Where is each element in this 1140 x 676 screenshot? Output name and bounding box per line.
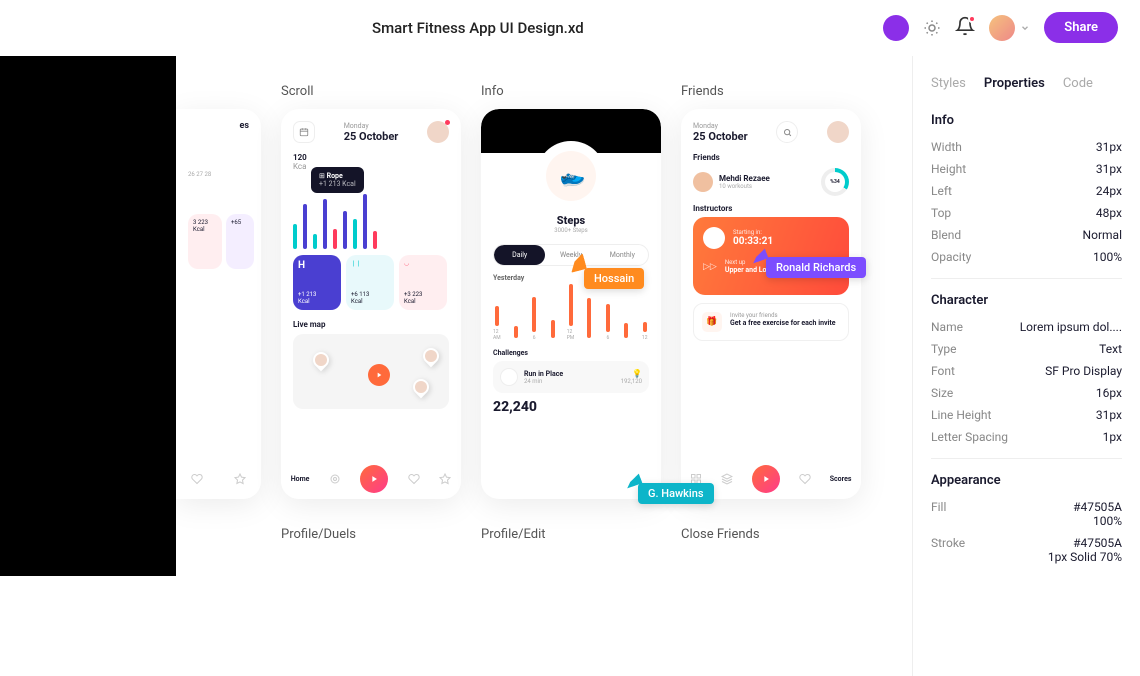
section-app-title: Appearance (931, 473, 1122, 488)
document-title: Smart Fitness App UI Design.xd (372, 19, 584, 37)
heart-icon[interactable] (799, 473, 811, 485)
instructor-card[interactable]: Starting in: 00:33:21 ▷▷ Next up U (693, 217, 849, 295)
star-icon[interactable] (234, 473, 246, 485)
panel-tabs: Styles Properties Code (931, 76, 1122, 91)
artboard-info[interactable]: 👟 Steps 3000+ Steps Daily Weekly Monthly… (481, 109, 661, 499)
dates-fragment: 26 27 28 (188, 171, 249, 178)
tab-styles[interactable]: Styles (931, 76, 966, 91)
shoe-icon: 👟 (555, 160, 587, 191)
cursor-hawkins: G. Hawkins (638, 483, 714, 504)
user-menu[interactable] (989, 15, 1030, 41)
weekday: Monday (344, 122, 399, 130)
artboard-label (176, 84, 261, 99)
gift-icon: 🎁 (702, 312, 722, 332)
heart-icon[interactable] (191, 473, 203, 485)
challenge-icon (500, 368, 518, 386)
prop-row: Stroke #47505A1px Solid 70% (931, 536, 1122, 564)
share-button[interactable]: Share (1044, 12, 1118, 43)
top-bar: Smart Fitness App UI Design.xd Share (0, 0, 1140, 56)
avatar[interactable] (827, 121, 849, 143)
prop-row: Left24px (931, 184, 1122, 198)
canvas[interactable]: es 26 27 28 3 223Kcal +65 (176, 56, 912, 676)
cursor-hossain: Hossain (584, 268, 644, 289)
nav-play-button[interactable] (752, 465, 780, 493)
instructors-title: Instructors (693, 204, 849, 213)
nav-scores[interactable]: Scores (830, 475, 852, 483)
heart-icon[interactable] (408, 473, 420, 485)
location-icon[interactable] (329, 473, 341, 485)
live-map[interactable] (293, 334, 449, 409)
steps-title: Steps (481, 214, 661, 227)
prop-row: Letter Spacing1px (931, 430, 1122, 444)
artboard-label: Profile/Edit (481, 527, 661, 542)
challenge-card[interactable]: Run in Place 24 min 💡 192,120 (493, 361, 649, 393)
artboard[interactable]: es 26 27 28 3 223Kcal +65 (176, 109, 261, 499)
artboard-label: Close Friends (681, 527, 861, 542)
friends-title: Friends (693, 153, 849, 162)
artboard-label: Scroll (281, 84, 461, 99)
nav-home[interactable]: Home (291, 475, 310, 483)
tooltip: ⊞ Rope +1 213 Kcal (311, 167, 364, 193)
mini-chart (293, 189, 449, 249)
user-avatar (989, 15, 1015, 41)
cursor-ronald: Ronald Richards (766, 257, 866, 278)
section-char-title: Character (931, 293, 1122, 308)
search-icon[interactable] (776, 121, 798, 143)
section-info-title: Info (931, 113, 1122, 128)
tab-code[interactable]: Code (1063, 76, 1093, 91)
prop-row: NameLorem ipsum dol.... (931, 320, 1122, 334)
heading-fragment: es (188, 121, 249, 131)
tab-properties[interactable]: Properties (984, 76, 1045, 91)
invite-card[interactable]: 🎁 Invite your friends Get a free exercis… (693, 303, 849, 341)
prop-row: TypeText (931, 342, 1122, 356)
left-panel (0, 56, 176, 576)
play-button[interactable] (368, 364, 390, 386)
star-icon[interactable] (439, 473, 451, 485)
theme-color-dot[interactable] (883, 15, 909, 41)
prop-row: FontSF Pro Display (931, 364, 1122, 378)
calendar-icon[interactable] (293, 121, 315, 143)
artboard-friends[interactable]: Monday 25 October Friends (681, 109, 861, 499)
avatar[interactable] (427, 121, 449, 143)
prop-row: Fill #47505A100% (931, 500, 1122, 528)
prop-row: Opacity100% (931, 250, 1122, 264)
artboard-label: Friends (681, 84, 861, 99)
theme-toggle-icon[interactable] (923, 19, 941, 37)
kcal-cards: H+1 213Kcal ❘❘+6 113Kcal ◡+3 223Kcal ✦+6… (293, 255, 449, 310)
chevron-down-icon (1020, 23, 1030, 33)
live-map-title: Live map (293, 320, 449, 329)
notifications-button[interactable] (955, 16, 975, 40)
friend-row[interactable]: Mehdi Rezaee 10 workouts %34 (693, 168, 849, 196)
notification-dot (968, 15, 976, 23)
steps-sub: 3000+ Steps (481, 227, 661, 234)
prop-row: Height31px (931, 162, 1122, 176)
challenges-title: Challenges (493, 349, 649, 357)
prop-row: Width31px (931, 140, 1122, 154)
properties-panel: Styles Properties Code Info Width31px Hei… (912, 56, 1140, 676)
prop-row: BlendNormal (931, 228, 1122, 242)
nav-play-button[interactable] (360, 465, 388, 493)
date: 25 October (344, 130, 399, 143)
artboard-scroll[interactable]: Monday 25 October ⊞ Rope +1 213 Kcal 12 (281, 109, 461, 499)
nav-bar: Home (281, 459, 461, 499)
progress-ring: %34 (821, 168, 849, 196)
prop-row: Line Height31px (931, 408, 1122, 422)
artboard-label: Info (481, 84, 661, 99)
prop-row: Top48px (931, 206, 1122, 220)
steps-chart: 12 AM 6 12 PM 6 12 (481, 286, 661, 341)
artboard-label: Profile/Duels (281, 527, 461, 542)
big-number: 22,240 (493, 399, 649, 415)
prop-row: Size16px (931, 386, 1122, 400)
layers-icon[interactable] (721, 473, 733, 485)
